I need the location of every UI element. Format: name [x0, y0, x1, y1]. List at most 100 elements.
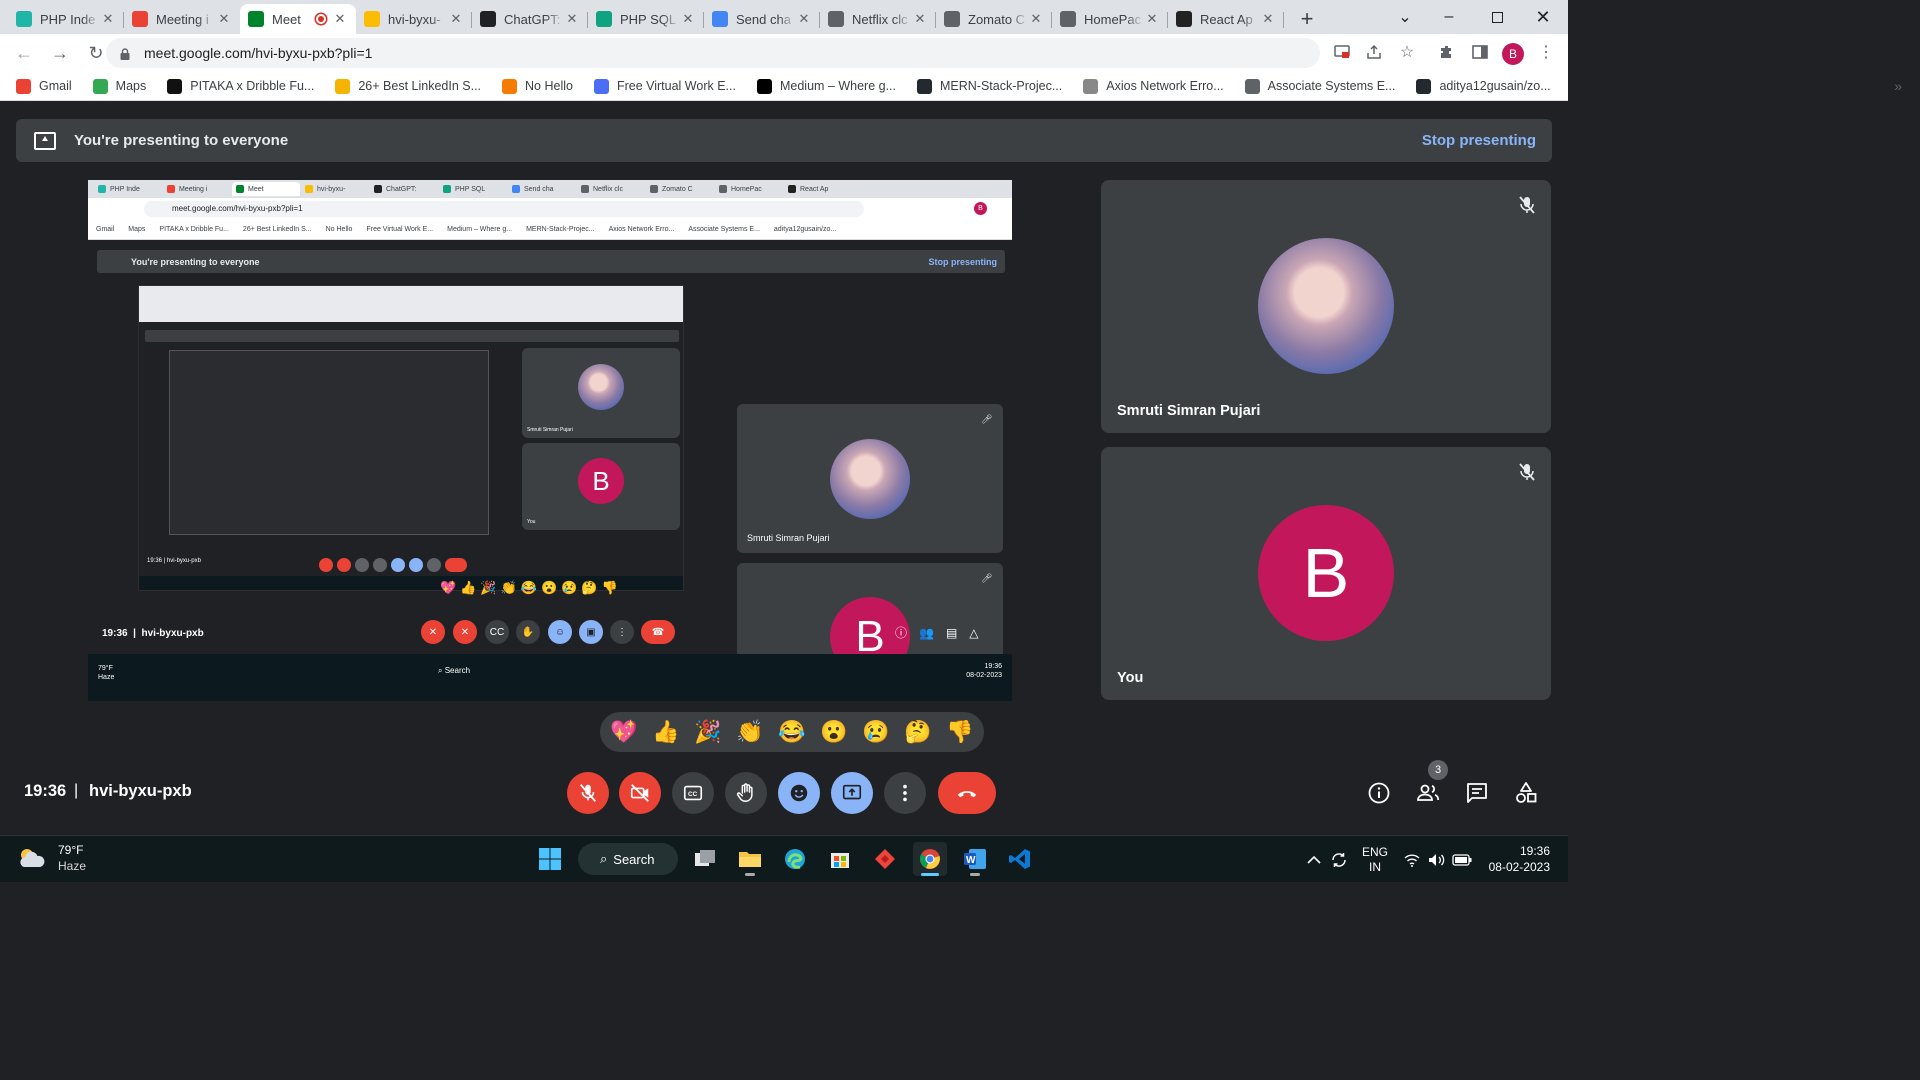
participant-tile-you[interactable]: B You: [1101, 447, 1551, 700]
reaction-clap[interactable]: 👏: [734, 716, 766, 748]
bookmark-item[interactable]: aditya12gusain/zo...: [1416, 78, 1551, 94]
stop-presenting-button[interactable]: Stop presenting: [1422, 132, 1536, 149]
sync-icon[interactable]: [1330, 836, 1348, 883]
store-app[interactable]: [823, 842, 857, 876]
react-icon: [1176, 11, 1192, 27]
tab-search-button[interactable]: ⌄: [1382, 0, 1428, 34]
wifi-icon[interactable]: [1404, 836, 1420, 883]
chrome-app[interactable]: [913, 842, 947, 876]
camera-toggle-button[interactable]: [619, 772, 661, 814]
extensions-icon[interactable]: [1435, 40, 1459, 64]
shared-name-smruti: Smruti Simran Pujari: [747, 533, 830, 543]
leave-call-button[interactable]: [938, 772, 996, 814]
present-now-button[interactable]: [831, 772, 873, 814]
share-icon[interactable]: [1362, 40, 1386, 64]
close-tab-icon[interactable]: ✕: [912, 11, 928, 27]
file-explorer-app[interactable]: [733, 842, 767, 876]
browser-tab[interactable]: ChatGPT: ✕: [472, 4, 588, 34]
cast-icon[interactable]: [1330, 40, 1354, 64]
people-button[interactable]: [1415, 780, 1441, 806]
camera-off-icon: [630, 784, 649, 802]
chat-button[interactable]: [1464, 780, 1490, 806]
close-tab-icon[interactable]: ✕: [216, 11, 232, 27]
side-panel-icon[interactable]: [1468, 40, 1492, 64]
participant-tile-smruti[interactable]: Smruti Simran Pujari: [1101, 180, 1551, 433]
show-hidden-icons[interactable]: [1306, 836, 1322, 883]
close-tab-icon[interactable]: ✕: [796, 11, 812, 27]
battery-icon[interactable]: [1452, 836, 1472, 883]
forward-button[interactable]: →: [44, 37, 76, 69]
mic-toggle-button[interactable]: [567, 772, 609, 814]
browser-tab[interactable]: Meeting i ✕: [124, 4, 240, 34]
bookmarks-overflow-icon[interactable]: »: [1894, 78, 1902, 94]
close-tab-icon[interactable]: ✕: [1260, 11, 1276, 27]
bookmark-item[interactable]: No Hello: [502, 78, 573, 94]
more-options-button[interactable]: [884, 772, 926, 814]
shared-mic-off-icon: 🎤︎: [981, 414, 993, 424]
edge-app[interactable]: [778, 842, 812, 876]
region-code: IN: [1369, 859, 1381, 874]
reaction-thumbs-up[interactable]: 👍: [650, 716, 682, 748]
volume-icon[interactable]: [1428, 836, 1446, 883]
reaction-party[interactable]: 🎉: [692, 716, 724, 748]
shared-tab: Meeting i: [163, 182, 231, 196]
reaction-laugh[interactable]: 😂: [776, 716, 808, 748]
close-tab-icon[interactable]: ✕: [100, 11, 116, 27]
bookmark-item[interactable]: Associate Systems E...: [1244, 78, 1395, 94]
bookmark-item[interactable]: Medium – Where g...: [756, 78, 896, 94]
task-view-button[interactable]: [688, 842, 722, 876]
close-tab-icon[interactable]: ✕: [1144, 11, 1160, 27]
clock-time: 19:36: [1519, 844, 1550, 858]
browser-tab[interactable]: PHP Inde ✕: [8, 4, 124, 34]
reaction-heart[interactable]: 💖: [608, 716, 640, 748]
back-button[interactable]: ←: [8, 37, 40, 69]
language-indicator[interactable]: ENG IN: [1362, 836, 1388, 883]
maximize-button[interactable]: [1474, 0, 1520, 34]
browser-tab[interactable]: Meet ✕: [240, 4, 356, 34]
anydesk-app[interactable]: [868, 842, 902, 876]
present-icon: [842, 784, 862, 800]
bookmark-item[interactable]: MERN-Stack-Projec...: [917, 78, 1062, 94]
taskbar-search[interactable]: ⌕ Search: [578, 843, 678, 875]
bookmark-star-icon[interactable]: ☆: [1395, 40, 1419, 64]
close-tab-icon[interactable]: ✕: [564, 11, 580, 27]
activities-button[interactable]: [1513, 780, 1539, 806]
new-tab-button[interactable]: +: [1292, 4, 1322, 34]
meeting-details-button[interactable]: [1366, 780, 1392, 806]
reaction-surprised[interactable]: 😮: [818, 716, 850, 748]
emoji-reactions-button[interactable]: [778, 772, 820, 814]
close-tab-icon[interactable]: ✕: [680, 11, 696, 27]
system-clock[interactable]: 19:36 08-02-2023: [1489, 843, 1550, 875]
weather-widget[interactable]: 79°F Haze: [18, 842, 86, 874]
close-tab-icon[interactable]: ✕: [332, 11, 348, 27]
browser-tab[interactable]: Zomato C ✕: [936, 4, 1052, 34]
reaction-thumbs-down[interactable]: 👎: [944, 716, 976, 748]
bookmark-item[interactable]: Axios Network Erro...: [1083, 78, 1224, 94]
reaction-sad[interactable]: 😢: [860, 716, 892, 748]
browser-tab[interactable]: React Ap ✕: [1168, 4, 1284, 34]
close-tab-icon[interactable]: ✕: [448, 11, 464, 27]
close-window-button[interactable]: ✕: [1520, 0, 1566, 34]
browser-tab[interactable]: Netflix clc ✕: [820, 4, 936, 34]
browser-tab[interactable]: PHP SQL ✕: [588, 4, 704, 34]
raise-hand-button[interactable]: [725, 772, 767, 814]
bookmark-item[interactable]: 26+ Best LinkedIn S...: [335, 78, 481, 94]
bookmark-item[interactable]: Gmail: [16, 78, 72, 94]
vscode-app[interactable]: [1003, 842, 1037, 876]
browser-tab[interactable]: Send cha ✕: [704, 4, 820, 34]
svg-text:CC: CC: [688, 791, 698, 798]
browser-tab[interactable]: hvi-byxu- ✕: [356, 4, 472, 34]
bookmark-item[interactable]: PITAKA x Dribble Fu...: [167, 78, 314, 94]
profile-avatar[interactable]: B: [1502, 43, 1524, 65]
close-tab-icon[interactable]: ✕: [1028, 11, 1044, 27]
start-button[interactable]: [533, 842, 567, 876]
minimize-button[interactable]: –: [1426, 0, 1472, 34]
reaction-thinking[interactable]: 🤔: [902, 716, 934, 748]
bookmark-item[interactable]: Maps: [92, 78, 146, 94]
chrome-menu-icon[interactable]: ⋮: [1534, 40, 1558, 64]
address-bar[interactable]: meet.google.com/hvi-byxu-pxb?pli=1: [106, 38, 1320, 68]
captions-button[interactable]: CC: [672, 772, 714, 814]
browser-tab[interactable]: HomePac ✕: [1052, 4, 1168, 34]
word-app[interactable]: W: [958, 842, 992, 876]
bookmark-item[interactable]: Free Virtual Work E...: [593, 78, 736, 94]
